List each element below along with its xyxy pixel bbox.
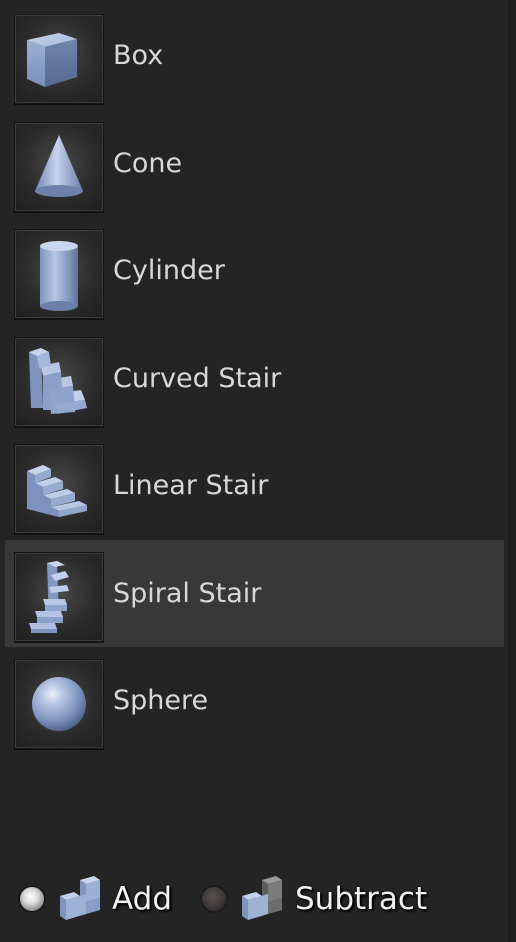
add-mode-label: Add: [112, 881, 173, 917]
add-mode-option[interactable]: Add: [0, 870, 190, 928]
brush-item-label: Sphere: [113, 685, 209, 716]
brush-item-sphere[interactable]: Sphere: [5, 647, 504, 754]
scrollbar-track[interactable]: [508, 0, 516, 942]
brush-mode-selector: Add Subtract: [0, 870, 508, 928]
subtract-radio-button[interactable]: [202, 887, 226, 911]
brush-item-linear-stair[interactable]: Linear Stair: [5, 432, 504, 539]
brush-item-spiral-stair[interactable]: Spiral Stair: [5, 540, 504, 647]
brush-item-label: Linear Stair: [113, 470, 269, 501]
brush-item-curved-stair[interactable]: Curved Stair: [5, 325, 504, 432]
brush-item-cone[interactable]: Cone: [5, 110, 504, 217]
brush-item-label: Cone: [113, 148, 183, 179]
cone-icon: [14, 122, 104, 212]
brush-item-label: Spiral Stair: [113, 578, 262, 609]
sphere-icon: [14, 659, 104, 749]
curved-stair-icon: [14, 337, 104, 427]
brush-item-label: Cylinder: [113, 255, 225, 286]
subtract-mode-option[interactable]: Subtract: [196, 870, 436, 928]
brush-item-label: Box: [113, 40, 164, 71]
spiral-stair-icon: [14, 552, 104, 642]
place-brushes-panel: Box Cone Cylinder Curved Stair Linear St…: [0, 0, 516, 942]
add-radio-button[interactable]: [20, 887, 44, 911]
brush-item-label: Curved Stair: [113, 363, 282, 394]
brush-item-box[interactable]: Box: [5, 2, 504, 109]
subtract-mode-label: Subtract: [295, 881, 428, 917]
linear-stair-icon: [14, 444, 104, 534]
subtract-brush-icon: [238, 876, 286, 922]
brush-item-cylinder[interactable]: Cylinder: [5, 217, 504, 324]
cylinder-icon: [14, 229, 104, 319]
add-brush-icon: [56, 876, 104, 922]
box-icon: [14, 14, 104, 104]
